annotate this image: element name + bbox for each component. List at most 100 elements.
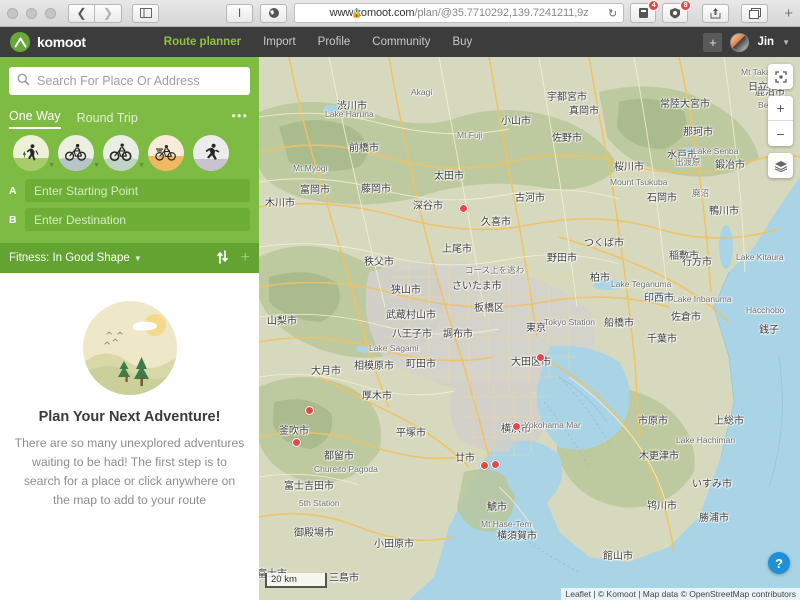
fitness-bar: Fitness: In Good Shape ▼ + [0,243,259,273]
swap-arrows-icon [216,249,228,264]
extension-badge-count: 4 [648,0,660,11]
waypoint-row-a: A Enter Starting Point [9,179,250,202]
swap-direction-icon[interactable] [216,249,229,267]
empty-state: Plan Your Next Adventure! There are so m… [0,273,259,510]
nav-buttons[interactable]: ❮ ❯ [68,3,122,23]
saitama-poi[interactable] [459,204,468,213]
5th-station-poi[interactable] [292,438,301,447]
sidebar-toggle-icon [139,8,152,18]
nav-import[interactable]: Import [263,36,296,48]
waypoint-label-b: B [9,213,17,226]
sport-option-road-cycling[interactable] [148,135,184,171]
reload-icon[interactable]: ↻ [608,7,617,20]
waypoint-row-b: B Enter Destination [9,208,250,231]
map-scale-bar: 20 km [265,573,327,588]
reader-view-button[interactable]: I [226,3,253,23]
user-avatar[interactable] [730,32,750,52]
fitness-label[interactable]: Fitness: In Good Shape [9,252,130,264]
browser-toolbar: ❮ ❯ I 🔒 www.komoot.com/plan/@35.7710292,… [0,0,800,27]
start-point-input[interactable]: Enter Starting Point [25,179,250,202]
minimize-window-button[interactable] [26,7,37,19]
header-user-area: + Jin ▼ [703,32,790,52]
globe-icon [268,8,279,18]
map-attribution: Leaflet | © Komoot | Map data © OpenStre… [561,588,800,600]
tab-round-trip[interactable]: Round Trip [77,111,138,129]
add-waypoint-icon[interactable]: + [241,249,250,267]
map-layers-button[interactable] [768,153,793,178]
kamakura-poi[interactable] [491,460,500,469]
fullscreen-button[interactable] [768,64,793,89]
mountain-bike-icon [109,143,132,162]
address-bar[interactable]: 🔒 www.komoot.com/plan/@35.7710292,139.72… [294,3,625,23]
back-button[interactable]: ❮ [68,3,95,23]
help-button[interactable]: ? [768,552,790,574]
sport-option-hiking[interactable]: ▼ [13,135,55,171]
sidebar-toggle-button[interactable] [132,3,159,23]
browser-right-controls: + [702,3,793,23]
chureito-pagoda-poi[interactable] [305,406,314,415]
lock-icon: 🔒 [351,7,363,18]
maximize-window-button[interactable] [45,7,56,19]
route-planner-sidebar: Search For Place Or Address One Way Roun… [0,57,259,600]
search-placeholder: Search For Place Or Address [37,74,200,88]
destination-placeholder: Enter Destination [34,212,127,227]
chevron-down-icon[interactable]: ▼ [138,162,145,169]
empty-state-title: Plan Your Next Adventure! [38,409,221,425]
address-bar-container[interactable]: 🔒 www.komoot.com/plan/@35.7710292,139.72… [294,0,692,23]
fullscreen-icon [774,70,787,83]
new-tab-button[interactable]: + [784,5,793,22]
chevron-down-icon[interactable]: ▼ [48,162,55,169]
window-traffic-lights[interactable] [7,7,56,19]
running-icon [205,143,220,160]
forward-button[interactable]: ❯ [95,3,122,23]
planner-controls-panel: Search For Place Or Address One Way Roun… [0,57,259,243]
tab-overview-button[interactable] [741,3,769,23]
route-type-tabs: One Way Round Trip ••• [9,104,250,129]
url-text: www.komoot.com/plan/@35.7710292,139.7241… [329,7,589,19]
app-root: ❮ ❯ I 🔒 www.komoot.com/plan/@35.7710292,… [0,0,800,600]
search-input[interactable]: Search For Place Or Address [9,67,250,95]
extension-button-1[interactable]: 4 [630,0,660,23]
map-controls: + − [768,64,793,178]
nav-community[interactable]: Community [372,36,430,48]
chevron-down-icon[interactable]: ▼ [93,162,100,169]
road-bike-icon [155,144,176,161]
magnifier-icon [17,73,30,86]
more-options-icon[interactable]: ••• [231,108,248,123]
brand-logo[interactable]: komoot [10,32,86,52]
main-navigation: Route planner Import Profile Community B… [164,36,473,48]
extension-badge-count: 8 [680,0,692,11]
yokohama-poi[interactable] [512,422,521,431]
nav-route-planner[interactable]: Route planner [164,36,241,48]
adventure-illustration-icon [82,301,177,395]
map-canvas[interactable]: 渋川市 Lake Haruna Akagi 鹿沼市 宇都宮市 常陸大宮市 Mt Taka 日立… [259,57,800,600]
sport-option-running[interactable] [193,135,229,171]
fitness-actions: + [216,249,250,267]
komoot-mountain-logo-icon [10,32,30,52]
landscape-illustration [82,301,177,395]
sport-option-mountain-bike[interactable]: ▼ [103,135,145,171]
tokyo-station-poi[interactable] [536,353,545,362]
zoom-out-button[interactable]: − [768,121,793,146]
tab-one-way[interactable]: One Way [9,109,61,129]
extension-button-2[interactable]: 8 [662,0,692,23]
privacy-report-button[interactable] [260,3,287,23]
destination-input[interactable]: Enter Destination [25,208,250,231]
close-window-button[interactable] [7,7,18,19]
share-button[interactable] [702,3,730,23]
mountain-peak-icon [14,37,26,47]
start-point-placeholder: Enter Starting Point [34,183,139,198]
nav-profile[interactable]: Profile [318,36,351,48]
zoom-in-button[interactable]: + [768,96,793,121]
create-new-button[interactable]: + [703,32,723,52]
hase-poi[interactable] [480,461,489,470]
map-layers-icon [774,160,787,172]
brand-name: komoot [37,34,86,50]
user-name: Jin [757,36,775,48]
sport-option-touring-bicycle[interactable]: ▼ [58,135,100,171]
chevron-down-icon[interactable]: ▼ [134,254,142,263]
chevron-down-icon[interactable]: ▼ [782,38,790,47]
map-tiles [259,57,800,600]
nav-buy[interactable]: Buy [452,36,472,48]
zoom-controls: + − [768,96,793,146]
